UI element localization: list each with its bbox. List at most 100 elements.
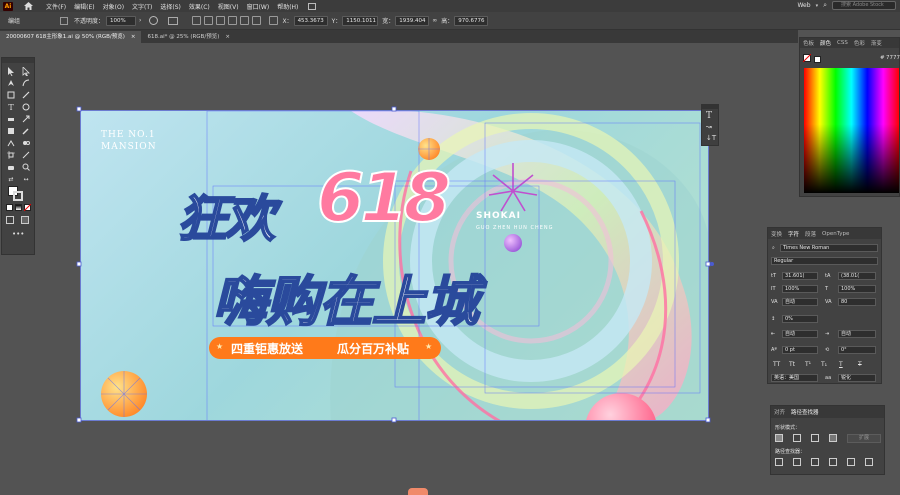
gradient-mode-icon[interactable] [15,204,22,211]
search-icon[interactable]: ⌕ [823,1,827,10]
leading-field[interactable]: (38.01( [838,272,876,280]
menu-effect[interactable]: 效果(C) [189,2,210,11]
edit-toolbar-icon[interactable]: ⇄ [6,174,16,184]
small-caps-icon[interactable]: Tt [789,361,795,368]
intersect-icon[interactable] [811,434,819,442]
stock-search-input[interactable]: 搜索 Adobe Stock [832,1,896,10]
scale-tool-icon[interactable] [21,114,31,124]
tab-character[interactable]: 字符 [788,230,799,238]
all-caps-icon[interactable]: TT [773,361,780,368]
pen-tool-icon[interactable] [6,78,16,88]
tab-document-2[interactable]: 618.ai* @ 25% (RGB/预览) × [141,31,235,43]
font-style-select[interactable]: Regular [771,257,878,265]
expand-button[interactable]: 扩展 [847,434,881,443]
tab-opentype[interactable]: OpenType [822,231,849,237]
more-tools-icon[interactable]: ••• [12,230,24,238]
unite-icon[interactable] [775,434,783,442]
crop-icon[interactable] [829,458,837,466]
eyedropper-tool-icon[interactable] [21,126,31,136]
strikethrough-icon[interactable]: T [858,361,862,368]
align-middle-icon[interactable] [240,16,250,25]
type-on-path-icon[interactable]: ↝ [706,123,712,131]
home-icon[interactable] [23,1,33,11]
blend-tool-icon[interactable] [21,138,31,148]
curvature-tool-icon[interactable] [21,78,31,88]
direct-selection-tool-icon[interactable] [21,66,31,76]
hex-value[interactable]: 777777 [886,55,900,61]
font-family-select[interactable]: Times New Roman [780,244,878,252]
align-left-icon[interactable] [192,16,202,25]
link-proportions-icon[interactable]: ∞ [432,17,437,24]
color-spectrum[interactable] [804,68,899,193]
tab-gradient[interactable]: 渐变 [871,39,882,47]
paintbrush-tool-icon[interactable] [21,90,31,100]
swap-fill-stroke-icon[interactable]: ↔ [21,174,31,184]
aki-right-field[interactable]: 自动 [838,330,876,338]
align-bottom-icon[interactable] [252,16,262,25]
menu-view[interactable]: 视图(V) [218,2,239,11]
align-right-icon[interactable] [216,16,226,25]
x-field[interactable]: 453.3673 [293,15,328,26]
trim-icon[interactable] [793,458,801,466]
rotate-tool-icon[interactable] [21,102,31,112]
language-select[interactable]: 英语：美国 [771,374,818,382]
none-mode-icon[interactable] [24,204,31,211]
toolbar-grip[interactable] [2,58,34,63]
tab-color[interactable]: 颜色 [820,39,831,47]
tab-color-guide[interactable]: 色彩 [854,39,865,47]
rotation-field[interactable]: 0° [838,346,876,354]
type-tool-icon[interactable]: T [6,102,16,112]
menu-file[interactable]: 文件(F) [46,2,66,11]
style-icon[interactable] [168,16,179,25]
tab-paragraph[interactable]: 段落 [805,230,816,238]
stroke-swatch[interactable] [814,56,821,63]
y-field[interactable]: 1150.1011 [342,15,379,26]
align-center-icon[interactable] [204,16,214,25]
width-tool-icon[interactable] [6,126,16,136]
rectangle-tool-icon[interactable] [6,90,16,100]
outline-icon[interactable] [847,458,855,466]
vertical-scale-field[interactable]: 100% [782,285,818,293]
reference-point-icon[interactable] [269,16,279,25]
draw-mode-icon[interactable] [6,216,14,224]
hand-tool-icon[interactable] [6,162,16,172]
baseline-shift-field[interactable]: 0 pt [782,346,818,354]
tab-pathfinder[interactable]: 路径查找器 [791,408,819,416]
opacity-field[interactable]: 100% [106,15,137,26]
divide-icon[interactable] [775,458,783,466]
minus-front-icon[interactable] [793,434,801,442]
chevron-right-icon[interactable]: › [139,17,141,24]
artboard-canvas[interactable]: THE NO.1 MANSION 狂欢 618 嗨购在上城 SHOKAI GUO… [80,110,709,421]
slice-tool-icon[interactable] [21,150,31,160]
close-icon[interactable]: × [225,31,230,43]
recolor-icon[interactable] [149,16,159,25]
color-mode-icon[interactable] [6,204,13,211]
minus-back-icon[interactable] [865,458,873,466]
arrange-documents-icon[interactable] [308,2,317,10]
vertical-type-icon[interactable]: ↓T [706,134,716,142]
offcanvas-object[interactable] [408,488,428,495]
antialias-select[interactable]: 锐化 [838,374,876,382]
horizontal-scale-field[interactable]: 100% [838,285,876,293]
menu-type[interactable]: 文字(T) [132,2,152,11]
close-icon[interactable]: × [131,31,136,43]
menu-help[interactable]: 帮助(H) [277,2,298,11]
tab-align[interactable]: 对齐 [774,408,785,416]
eraser-tool-icon[interactable] [6,114,16,124]
kerning-field[interactable]: 自动 [782,298,818,306]
align-top-icon[interactable] [228,16,238,25]
stroke-icon[interactable] [60,16,69,25]
font-size-field[interactable]: 31.601( [782,272,818,280]
tab-transform[interactable]: 变换 [771,230,782,238]
selection-tool-icon[interactable] [6,66,16,76]
chevron-down-icon[interactable]: ▾ [816,3,819,9]
screen-mode-icon[interactable] [21,216,29,224]
fill-swatch[interactable] [803,54,811,62]
flyout-grip[interactable] [702,105,718,109]
subscript-icon[interactable]: T₁ [821,361,827,368]
tab-document-1[interactable]: 20000607 618主形象1.ai @ 50% (RGB/预览) × [0,31,142,43]
tsume-field[interactable]: 0% [782,315,818,323]
menu-edit[interactable]: 编辑(E) [74,2,94,11]
tab-css[interactable]: CSS [837,40,848,46]
merge-icon[interactable] [811,458,819,466]
